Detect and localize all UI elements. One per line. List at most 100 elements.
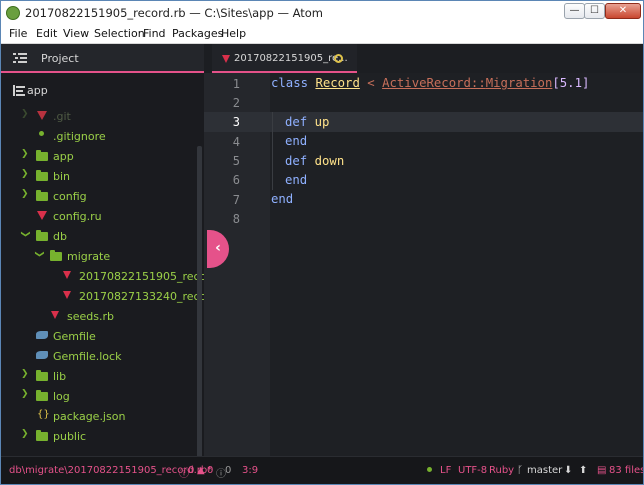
tree-view: Project app ❯ .git .gitignore ❯ app ❯ bi… <box>1 44 226 466</box>
tree-item-bin[interactable]: ❯ bin <box>1 167 196 187</box>
line-number: 7 <box>232 193 240 207</box>
menu-packages[interactable]: Packages <box>172 27 223 40</box>
warning-icon: ▲ <box>197 465 205 476</box>
minimize-button[interactable]: — <box>564 3 585 19</box>
ruby-icon <box>63 271 71 279</box>
window-title: 20170822151905_record.rb — C:\Sites\app … <box>25 6 324 20</box>
line-ending[interactable]: LF <box>440 465 451 476</box>
code-line-7: end <box>285 173 308 187</box>
line-number: 4 <box>232 135 240 149</box>
branch-icon: ᚴ <box>517 465 523 476</box>
code-line-6: def down <box>285 154 345 168</box>
tree-item-record1-migration[interactable]: 20170827133240_record1 <box>1 287 225 307</box>
tree-item-config-ru[interactable]: config.ru <box>1 207 196 227</box>
line-number: 6 <box>232 173 240 187</box>
ruby-icon <box>63 291 71 299</box>
push-up-icon[interactable]: ⬆ <box>579 465 587 476</box>
tree-item-git[interactable]: ❯ .git <box>1 107 196 127</box>
bundler-icon <box>36 331 48 339</box>
folder-icon <box>36 170 48 181</box>
chevron-right-icon: ❯ <box>21 389 29 399</box>
status-bar: db\migrate\20170822151905_record.rb* ⓘ 0… <box>1 456 643 484</box>
warning-count[interactable]: 0 <box>207 465 213 476</box>
chevron-right-icon: ❯ <box>21 429 29 439</box>
maximize-button[interactable]: ☐ <box>584 3 605 19</box>
line-number: 8 <box>232 212 240 226</box>
bundler-icon <box>36 351 48 359</box>
git-icon <box>37 111 47 120</box>
cursor-line-highlight <box>204 112 643 132</box>
line-number: 1 <box>232 77 240 91</box>
folder-icon <box>36 370 48 381</box>
close-button[interactable]: ✕ <box>605 3 641 19</box>
error-count[interactable]: 0 <box>188 465 194 476</box>
tree-item-record-migration[interactable]: 20170822151905_record.r <box>1 267 226 287</box>
cursor-position[interactable]: 3:9 <box>242 465 258 476</box>
folder-icon <box>36 430 48 441</box>
code-line-4: def up <box>285 115 330 129</box>
encoding[interactable]: UTF-8 <box>458 465 487 476</box>
folder-open-icon <box>36 230 48 241</box>
line-number: 2 <box>232 96 240 110</box>
repo-icon <box>13 85 25 96</box>
menu-file[interactable]: File <box>9 27 27 40</box>
file-count[interactable]: 83 files <box>609 465 643 476</box>
tree-view-scrollbar[interactable] <box>197 146 202 466</box>
chevron-right-icon: ❯ <box>21 169 29 179</box>
folder-icon <box>36 190 48 201</box>
ruby-icon <box>222 55 230 63</box>
indent-guide <box>272 112 273 190</box>
tree-item-gemfile[interactable]: Gemfile <box>1 327 196 347</box>
menu-help[interactable]: Help <box>221 27 246 40</box>
tree-root-label: app <box>27 84 48 97</box>
tree-item-app[interactable]: ❯ app <box>1 147 196 167</box>
info-count[interactable]: 0 <box>225 465 231 476</box>
tree-item-public[interactable]: ❯ public <box>1 427 196 447</box>
chevron-right-icon: ❯ <box>21 369 29 379</box>
menu-find[interactable]: Find <box>143 27 166 40</box>
project-tab-label: Project <box>41 52 79 65</box>
menu-edit[interactable]: Edit <box>36 27 57 40</box>
file-list-icon: ▤ <box>597 465 607 476</box>
chevron-right-icon: ❯ <box>21 109 29 119</box>
atom-window: 20170822151905_record.rb — C:\Sites\app … <box>0 0 644 485</box>
atom-logo-icon <box>6 6 20 20</box>
git-file-icon <box>39 131 44 136</box>
grammar[interactable]: Ruby <box>489 465 514 476</box>
chevron-down-icon: ❯ <box>19 230 30 238</box>
status-dot-icon <box>427 467 432 472</box>
menu-view[interactable]: View <box>63 27 89 40</box>
project-tab[interactable]: Project <box>1 44 204 73</box>
tree-item-migrate[interactable]: ❯ migrate <box>1 247 196 267</box>
editor-tab-label: 20170822151905_re... <box>234 53 348 64</box>
menu-selection[interactable]: Selection <box>94 27 145 40</box>
chevron-right-icon: ❯ <box>21 189 29 199</box>
tree-item-log[interactable]: ❯ log <box>1 387 196 407</box>
modified-indicator-icon[interactable] <box>334 54 343 63</box>
line-number: 5 <box>232 154 240 168</box>
tree-item-lib[interactable]: ❯ lib <box>1 367 196 387</box>
git-branch[interactable]: master <box>527 465 562 476</box>
chevron-right-icon: ❯ <box>21 149 29 159</box>
tree-item-config[interactable]: ❯ config <box>1 187 196 207</box>
tree-item-gitignore[interactable]: .gitignore <box>1 127 196 147</box>
fetch-down-icon[interactable]: ⬇ <box>564 465 572 476</box>
line-number-active: 3 <box>232 115 240 129</box>
menu-bar: File Edit View Selection Find Packages H… <box>1 25 643 44</box>
editor-tab-record[interactable]: 20170822151905_re... <box>212 44 357 73</box>
list-icon <box>13 53 27 63</box>
folder-icon <box>36 150 48 161</box>
json-icon: {} <box>37 409 50 420</box>
chevron-left-icon: ‹ <box>215 240 221 256</box>
ruby-icon <box>37 211 47 220</box>
editor-tab-bar: 20170822151905_re... <box>204 44 643 73</box>
tree-item-db[interactable]: ❯ db <box>1 227 196 247</box>
tree-item-package-json[interactable]: {} package.json <box>1 407 196 427</box>
ruby-icon <box>51 311 59 319</box>
code-line-5: end <box>285 134 308 148</box>
folder-open-icon <box>50 250 62 261</box>
folder-icon <box>36 390 48 401</box>
tree-item-gemfile-lock[interactable]: Gemfile.lock <box>1 347 196 367</box>
tree-item-seeds[interactable]: seeds.rb <box>1 307 196 327</box>
title-bar: 20170822151905_record.rb — C:\Sites\app … <box>1 1 643 25</box>
